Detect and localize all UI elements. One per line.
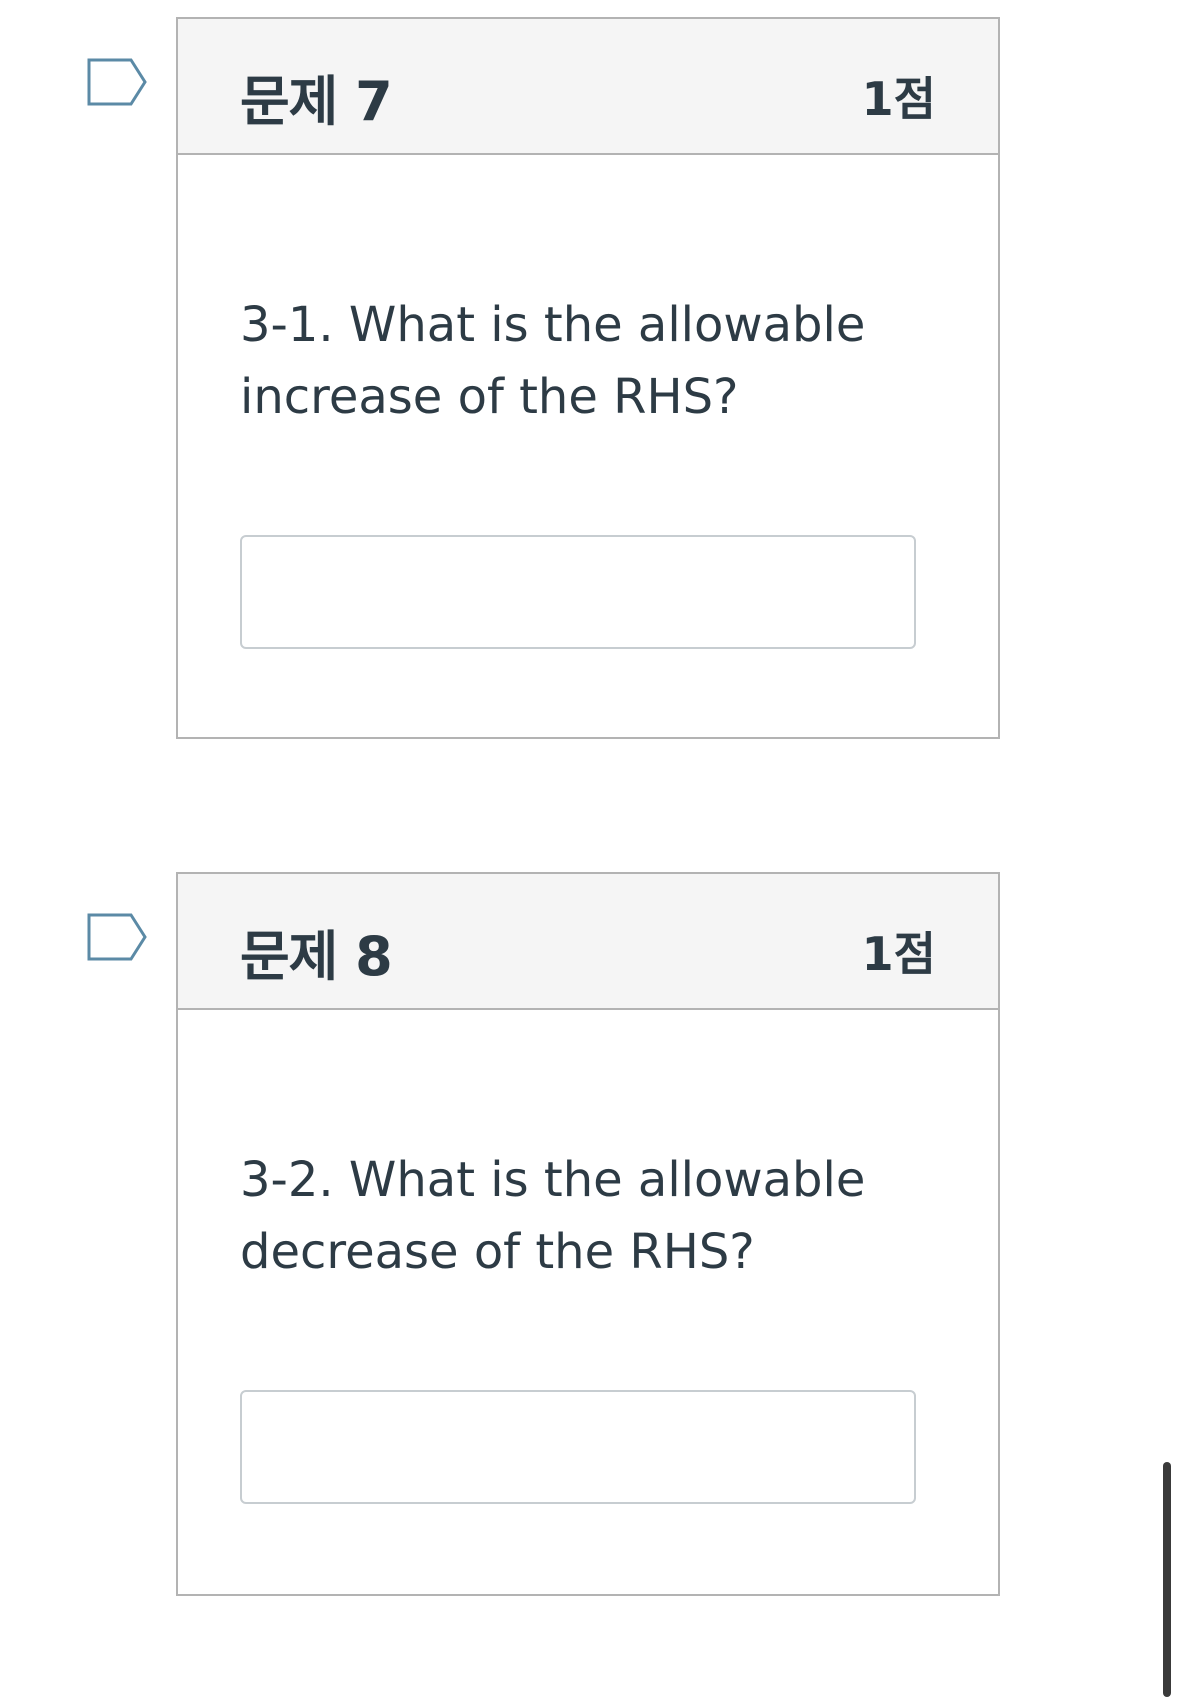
question-header: 문제 7 1점 <box>178 19 998 155</box>
question-title: 문제 8 <box>240 925 393 988</box>
question-text: 3-2. What is the allowable decrease of t… <box>240 1152 866 1280</box>
flag-question-7-icon[interactable] <box>87 58 149 106</box>
question-points: 1점 <box>861 927 936 981</box>
question-points: 1점 <box>861 72 936 126</box>
scrollbar[interactable] <box>1163 1462 1171 1697</box>
question-title: 문제 7 <box>240 70 393 133</box>
question-8-card: 문제 8 1점 3-2. What is the allowable decre… <box>176 872 1000 1596</box>
question-7-card: 문제 7 1점 3-1. What is the allowable incre… <box>176 17 1000 739</box>
flag-question-8-icon[interactable] <box>87 913 149 961</box>
answer-input-question-8[interactable] <box>240 1390 916 1504</box>
question-header: 문제 8 1점 <box>178 874 998 1010</box>
question-text: 3-1. What is the allowable increase of t… <box>240 297 866 425</box>
answer-input-question-7[interactable] <box>240 535 916 649</box>
